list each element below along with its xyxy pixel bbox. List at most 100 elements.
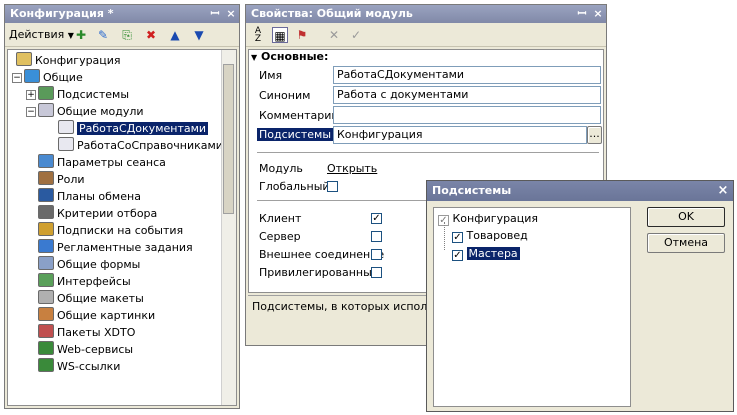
filter-icon[interactable]: ⚑ bbox=[294, 27, 310, 43]
subsystems-field[interactable]: Конфигурация bbox=[333, 126, 587, 144]
tree-item[interactable]: РаботаСДокументами bbox=[58, 120, 209, 137]
tree-item[interactable]: Web-сервисы bbox=[38, 341, 133, 358]
comment-field[interactable] bbox=[333, 106, 601, 124]
root-label: Конфигурация bbox=[452, 212, 539, 225]
tree-item[interactable]: − Общие bbox=[12, 69, 83, 86]
tree-item-icon bbox=[58, 137, 74, 151]
tree-item-label: Подписки на события bbox=[57, 224, 184, 237]
categories-icon[interactable]: ▦ bbox=[272, 27, 288, 43]
tree-item[interactable]: − Общие модули bbox=[26, 103, 144, 120]
check-icon[interactable]: ✓ bbox=[348, 27, 364, 43]
description-text: Подсистемы, в которых используе bbox=[252, 300, 453, 313]
tree-item-icon bbox=[38, 290, 54, 304]
tree-item-label: WS-ссылки bbox=[57, 360, 121, 373]
tree-item[interactable]: Планы обмена bbox=[38, 188, 141, 205]
subsystem-item[interactable]: ✓ Мастера bbox=[452, 245, 521, 262]
tree-item[interactable]: Параметры сеанса bbox=[38, 154, 166, 171]
comment-label: Комментарий bbox=[259, 109, 339, 122]
properties-toolbar: AZ ▦ ⚑ ✕ ✓ bbox=[246, 23, 606, 47]
delete-icon[interactable]: ✖ bbox=[143, 27, 159, 43]
scrollbar-thumb[interactable] bbox=[223, 64, 234, 214]
collapse-icon[interactable]: − bbox=[26, 107, 36, 117]
cancel-button[interactable]: Отмена bbox=[647, 233, 725, 253]
tree-item[interactable]: Общие формы bbox=[38, 256, 140, 273]
tree-item-icon bbox=[58, 120, 74, 134]
properties-title: Свойства: Общий модуль bbox=[251, 7, 413, 20]
subsystems-tree[interactable]: ✓ Конфигурация ✓ Товаровед ✓ Мастера bbox=[433, 207, 631, 407]
tree-item[interactable]: РаботаСоСправочниками bbox=[58, 137, 223, 154]
properties-titlebar[interactable]: Свойства: Общий модуль ꟷ × bbox=[246, 5, 606, 23]
tree-item[interactable]: Подписки на события bbox=[38, 222, 183, 239]
scrollbar[interactable] bbox=[221, 50, 236, 405]
subsystems-select-button[interactable]: ... bbox=[587, 126, 602, 144]
config-titlebar[interactable]: Конфигурация * ꟷ × bbox=[5, 5, 239, 23]
subsystem-item[interactable]: ✓ Товаровед bbox=[452, 227, 528, 244]
tree-item[interactable]: WS-ссылки bbox=[38, 358, 120, 375]
tree-item[interactable]: Конфигурация bbox=[16, 52, 121, 69]
tree-item-icon bbox=[38, 171, 54, 185]
external-connection-checkbox[interactable] bbox=[371, 249, 382, 260]
tree-item-label: Критерии отбора bbox=[57, 207, 158, 220]
sort-az-icon[interactable]: AZ bbox=[250, 27, 266, 44]
tree-item-label: РаботаСДокументами bbox=[77, 122, 209, 135]
client-label: Клиент bbox=[259, 212, 302, 225]
add-icon[interactable]: ✚ bbox=[73, 27, 89, 43]
tree-item-icon bbox=[38, 154, 54, 168]
ok-button[interactable]: OK bbox=[647, 207, 725, 227]
tree-item[interactable]: Общие макеты bbox=[38, 290, 144, 307]
collapse-icon[interactable]: ▼ bbox=[251, 53, 257, 62]
mastera-label: Мастера bbox=[465, 246, 521, 261]
tree-item-icon bbox=[38, 341, 54, 355]
tree-item[interactable]: Регламентные задания bbox=[38, 239, 193, 256]
close-icon[interactable]: × bbox=[715, 181, 731, 201]
actions-menu[interactable]: Действия ▼ bbox=[9, 28, 74, 41]
global-label: Глобальный bbox=[259, 180, 330, 193]
server-checkbox[interactable] bbox=[371, 231, 382, 242]
name-field[interactable]: РаботаСДокументами bbox=[333, 66, 601, 84]
tree-item[interactable]: Интерфейсы bbox=[38, 273, 131, 290]
tree-item[interactable]: + Подсистемы bbox=[26, 86, 129, 103]
privileged-checkbox[interactable] bbox=[371, 267, 382, 278]
collapse-icon[interactable]: − bbox=[12, 73, 22, 83]
module-label: Модуль bbox=[259, 162, 303, 175]
up-arrow-icon[interactable]: ▲ bbox=[167, 27, 183, 43]
tree-item-icon bbox=[38, 86, 54, 100]
tree-item[interactable]: Пакеты XDTO bbox=[38, 324, 135, 341]
pin-icon[interactable]: ꟷ bbox=[207, 5, 223, 23]
expand-icon[interactable]: + bbox=[26, 90, 36, 100]
client-checkbox[interactable]: ✓ bbox=[371, 213, 382, 224]
module-open-link[interactable]: Открыть bbox=[327, 162, 377, 175]
tree-item[interactable]: Роли bbox=[38, 171, 85, 188]
subsystems-titlebar[interactable]: Подсистемы × bbox=[427, 181, 733, 201]
tree-line bbox=[444, 222, 446, 250]
section-title: ▼ Основные: bbox=[251, 50, 328, 63]
tree-item-label: Параметры сеанса bbox=[57, 156, 166, 169]
mastera-checkbox[interactable]: ✓ bbox=[452, 250, 463, 261]
tree-item-icon bbox=[24, 69, 40, 83]
down-arrow-icon[interactable]: ▼ bbox=[191, 27, 207, 43]
config-window: Конфигурация * ꟷ × Действия ▼ ✚ ✎ ⎘ ✖ ▲ … bbox=[4, 4, 240, 409]
edit-icon[interactable]: ✎ bbox=[95, 27, 111, 43]
config-tree[interactable]: Конфигурация − Общие + Подсистемы − Общие моду… bbox=[7, 49, 237, 406]
cancel-icon[interactable]: ✕ bbox=[326, 27, 342, 43]
subsystem-root[interactable]: ✓ Конфигурация bbox=[438, 210, 538, 227]
external-connection-label: Внешнее соединение bbox=[259, 248, 385, 261]
tree-item-icon bbox=[38, 188, 54, 202]
tovaroved-checkbox[interactable]: ✓ bbox=[452, 232, 463, 243]
tree-item-label: Общие bbox=[43, 71, 83, 84]
tree-item[interactable]: Общие картинки bbox=[38, 307, 155, 324]
close-icon[interactable]: × bbox=[590, 5, 606, 23]
global-checkbox[interactable] bbox=[327, 181, 338, 192]
tree-item-label: Планы обмена bbox=[57, 190, 141, 203]
tree-item-icon bbox=[38, 273, 54, 287]
tree-item-label: Роли bbox=[57, 173, 85, 186]
close-icon[interactable]: × bbox=[223, 5, 239, 23]
tree-item-label: Регламентные задания bbox=[57, 241, 193, 254]
pin-icon[interactable]: ꟷ bbox=[574, 5, 590, 23]
tree-item[interactable]: Критерии отбора bbox=[38, 205, 157, 222]
privileged-label: Привилегированный bbox=[259, 266, 379, 279]
tree-item-label: Общие модули bbox=[57, 105, 144, 118]
synonym-field[interactable]: Работа с документами bbox=[333, 86, 601, 104]
tree-item-icon bbox=[38, 222, 54, 236]
copy-icon[interactable]: ⎘ bbox=[119, 27, 135, 43]
